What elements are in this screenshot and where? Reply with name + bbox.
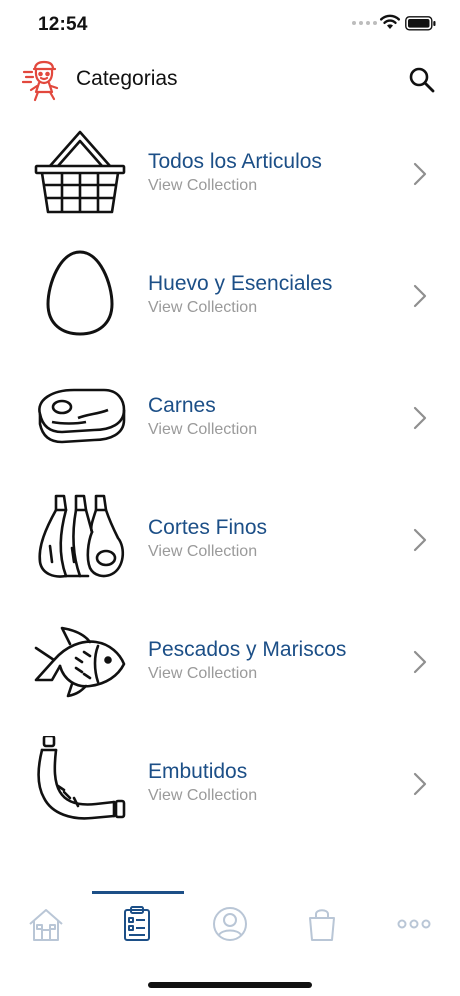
chevron-right-icon	[413, 162, 427, 186]
chevron-right-icon	[413, 528, 427, 552]
status-bar: 12:54	[0, 0, 460, 48]
battery-icon	[405, 16, 436, 31]
category-subtitle: View Collection	[148, 421, 258, 438]
home-icon[interactable]	[26, 904, 66, 944]
more-dots-icon[interactable]	[394, 904, 434, 944]
category-item[interactable]: Embutidos View Collection	[0, 718, 460, 840]
category-item[interactable]: Cortes Finos View Collection	[0, 474, 460, 596]
category-item[interactable]: Todos los Articulos View Collection	[0, 108, 460, 230]
top-app-bar: Categorias	[0, 52, 460, 108]
sausage-icon	[37, 736, 126, 820]
search-icon[interactable]	[406, 64, 438, 96]
home-indicator[interactable]	[148, 982, 312, 988]
category-title: Todos los Articulos	[148, 150, 322, 173]
category-item[interactable]: Carnes View Collection	[0, 352, 460, 474]
bottom-tab-bar	[0, 894, 460, 996]
category-item-partial[interactable]	[0, 840, 460, 892]
category-subtitle: View Collection	[148, 299, 258, 316]
category-title: Embutidos	[148, 760, 248, 783]
category-icon-partial	[32, 858, 128, 892]
cellular-signal-icon	[352, 21, 377, 25]
clipboard-list-icon[interactable]	[117, 904, 157, 944]
category-subtitle: View Collection	[148, 665, 258, 682]
status-time: 12:54	[38, 14, 88, 35]
steak-icon	[38, 388, 126, 444]
category-list: Todos los Articulos View Collection Huev…	[0, 108, 460, 892]
category-title: Huevo y Esenciales	[148, 272, 333, 295]
fish-icon	[34, 626, 126, 698]
chevron-right-icon	[413, 650, 427, 674]
category-title: Cortes Finos	[148, 516, 268, 539]
rack-of-ribs-icon	[38, 494, 125, 578]
category-subtitle: View Collection	[148, 543, 258, 560]
chevron-right-icon	[413, 284, 427, 308]
category-subtitle: View Collection	[148, 787, 258, 804]
chevron-right-icon	[413, 772, 427, 796]
egg-icon	[46, 250, 114, 336]
basket-icon	[34, 130, 126, 214]
shopping-bag-icon[interactable]	[302, 904, 342, 944]
chevron-right-icon	[413, 406, 427, 430]
category-item[interactable]: Huevo y Esenciales View Collection	[0, 230, 460, 352]
category-subtitle: View Collection	[148, 177, 258, 194]
category-title: Pescados y Mariscos	[148, 638, 347, 661]
page-title: Categorias	[76, 67, 178, 90]
user-icon[interactable]	[210, 904, 250, 944]
category-item[interactable]: Pescados y Mariscos View Collection	[0, 596, 460, 718]
category-title: Carnes	[148, 394, 216, 417]
wifi-icon	[380, 14, 400, 29]
delivery-mascot-logo[interactable]	[22, 58, 68, 104]
